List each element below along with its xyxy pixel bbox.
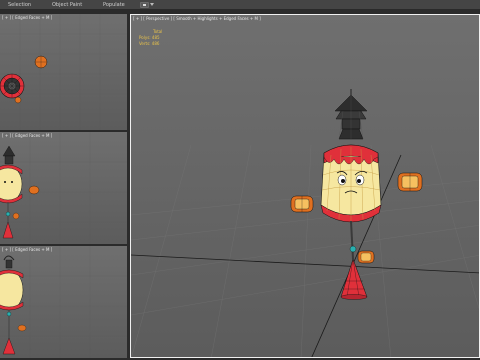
menubar: Selection Object Paint Populate xyxy=(0,0,480,10)
chevron-down-icon[interactable] xyxy=(150,3,154,6)
top-view-model xyxy=(0,14,127,130)
small-lantern-right xyxy=(397,172,423,192)
viewport-top[interactable]: [ + ] [ Edged Faces + M ] xyxy=(0,14,127,130)
camera-icon[interactable] xyxy=(140,2,149,8)
lantern-body xyxy=(320,144,382,223)
small-lantern-left xyxy=(290,195,314,213)
lantern-roof xyxy=(334,89,368,140)
viewport-perspective[interactable]: [ + ] [ Perspective ] [ Smooth + Highlig… xyxy=(130,14,480,358)
perspective-scene xyxy=(131,89,479,357)
small-lantern-pole xyxy=(357,250,375,264)
front-view-model xyxy=(0,246,127,358)
viewport-left[interactable]: [ + ] [ Edged Faces + M ] xyxy=(0,132,127,244)
left-view-model xyxy=(0,132,127,244)
viewport-front[interactable]: [ + ] [ Edged Faces + M ] xyxy=(0,246,127,358)
menu-selection[interactable]: Selection xyxy=(8,2,31,8)
menu-object-paint[interactable]: Object Paint xyxy=(52,2,82,8)
menu-populate[interactable]: Populate xyxy=(103,2,125,8)
